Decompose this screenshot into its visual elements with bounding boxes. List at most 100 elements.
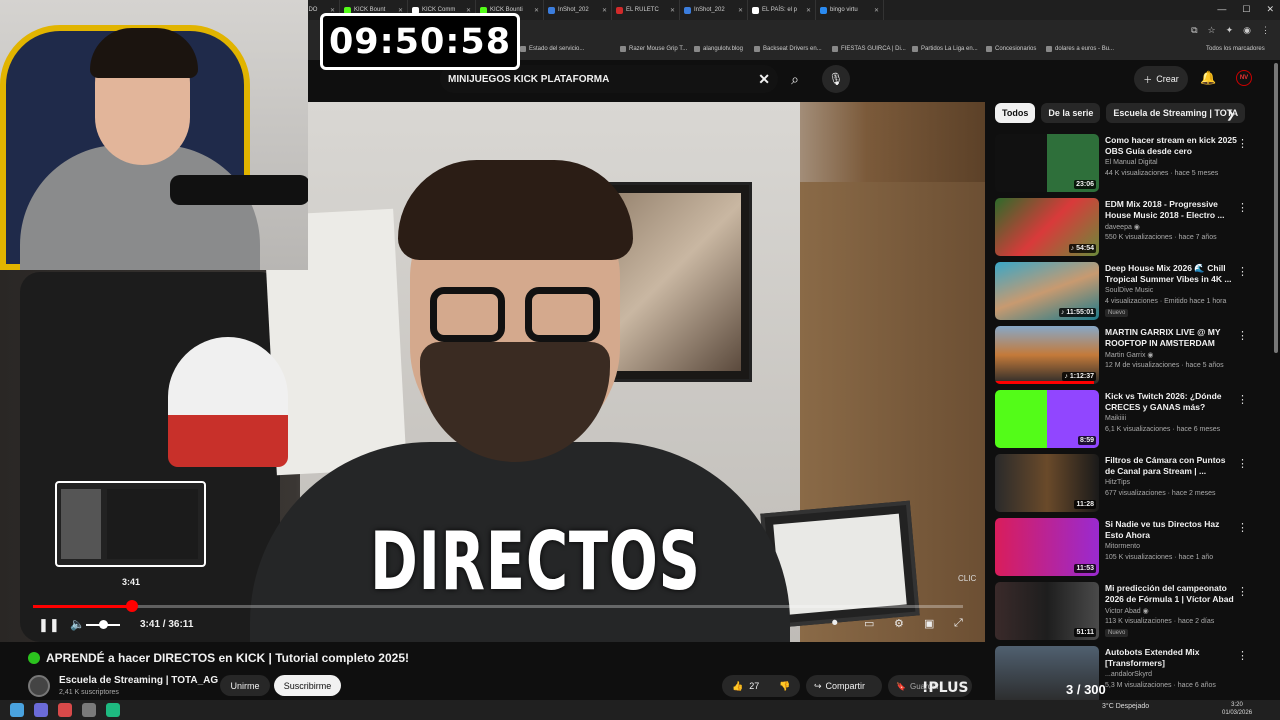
bookmark-item[interactable]: Estado del servicio...: [520, 46, 584, 52]
browser-tab[interactable]: InShot_202 ✕: [680, 0, 748, 20]
thumbs-down-icon[interactable]: 👎: [779, 681, 790, 692]
progress-bar[interactable]: [33, 605, 963, 608]
more-options-icon[interactable]: ⋮: [1237, 329, 1248, 342]
subtitles-icon[interactable]: ▭: [864, 617, 874, 630]
bookmark-item[interactable]: Backseat Drivers en...: [754, 46, 822, 52]
recommended-video[interactable]: ♪ 54:54 EDM Mix 2018 - Progressive House …: [995, 198, 1253, 262]
recommended-channel-name[interactable]: Victor Abad ◉: [1105, 607, 1149, 615]
tab-close-icon[interactable]: ✕: [806, 7, 811, 14]
weather-widget[interactable]: 3°C Despejado: [1102, 703, 1149, 710]
settings-gear-icon[interactable]: ⚙: [894, 617, 904, 630]
autoplay-toggle-icon[interactable]: ⏺: [832, 617, 838, 630]
recommended-video[interactable]: ♪ 1:12:37 MARTIN GARRIX LIVE @ MY ROOFTOP…: [995, 326, 1253, 390]
edge-taskbar-icon[interactable]: [106, 703, 120, 717]
miniplayer-icon[interactable]: ▣: [924, 617, 934, 630]
recommended-video[interactable]: ♪ 11:55:01 Deep House Mix 2026 🌊 Chill Tr…: [995, 262, 1253, 326]
video-thumbnail[interactable]: 8:59: [995, 390, 1099, 448]
filter-chip[interactable]: Escuela de Streaming | TOTA: [1106, 103, 1246, 123]
chevron-right-icon[interactable]: ❯: [1226, 108, 1235, 121]
chrome-taskbar-icon[interactable]: [10, 703, 24, 717]
video-thumbnail[interactable]: 51:11: [995, 582, 1099, 640]
recommended-channel-name[interactable]: Maikiiii: [1105, 415, 1126, 422]
recommended-video[interactable]: 11:53 Si Nadie ve tus Directos Haz Esto A…: [995, 518, 1253, 582]
star-icon[interactable]: ☆: [1208, 25, 1216, 36]
browser-tab[interactable]: InShot_202 ✕: [544, 0, 612, 20]
more-options-icon[interactable]: ⋮: [1237, 649, 1248, 662]
voice-search-button[interactable]: 🎙: [822, 65, 850, 93]
recommended-video-title[interactable]: Si Nadie ve tus Directos Haz Esto Ahora: [1105, 519, 1237, 541]
video-thumbnail[interactable]: ♪ 1:12:37: [995, 326, 1099, 384]
close-icon[interactable]: ✕: [1266, 4, 1274, 15]
recommended-channel-name[interactable]: El Manual Digital: [1105, 159, 1158, 166]
bookmark-item[interactable]: Partidos La Liga en...: [912, 46, 978, 52]
tab-close-icon[interactable]: ✕: [670, 7, 675, 14]
video-thumbnail[interactable]: 11:28: [995, 454, 1099, 512]
page-scrollbar[interactable]: [1274, 63, 1278, 353]
browser-tab[interactable]: bingo virtu ✕: [816, 0, 884, 20]
video-thumbnail[interactable]: ♪ 54:54: [995, 198, 1099, 256]
recommended-video-title[interactable]: Autobots Extended Mix [Transformers]: [1105, 647, 1237, 669]
volume-icon[interactable]: 🔈: [70, 617, 85, 631]
bookmark-item[interactable]: FIESTAS GUIRCA | Di...: [832, 46, 906, 52]
like-button[interactable]: 👍 27 👎: [722, 675, 800, 697]
bookmark-item[interactable]: Concesionarios: [986, 46, 1036, 52]
volume-knob[interactable]: [99, 620, 108, 629]
tab-close-icon[interactable]: ✕: [602, 7, 607, 14]
more-options-icon[interactable]: ⋮: [1237, 521, 1248, 534]
app-taskbar-icon[interactable]: [82, 703, 96, 717]
video-thumbnail[interactable]: 11:53: [995, 518, 1099, 576]
more-options-icon[interactable]: ⋮: [1237, 457, 1248, 470]
recommended-video-title[interactable]: MARTIN GARRIX LIVE @ MY ROOFTOP IN AMSTE…: [1105, 327, 1237, 349]
account-avatar[interactable]: NV: [1236, 70, 1252, 86]
bookmark-item[interactable]: alangulotv.blog: [694, 46, 743, 52]
recommended-video[interactable]: 51:11 Mi predicción del campeonato 2026 d…: [995, 582, 1253, 646]
filter-chip[interactable]: De la serie: [1041, 103, 1101, 123]
clear-search-icon[interactable]: ✕: [758, 71, 770, 88]
maximize-icon[interactable]: ☐: [1242, 4, 1250, 15]
video-thumbnail[interactable]: 23:06: [995, 134, 1099, 192]
tab-close-icon[interactable]: ✕: [874, 7, 879, 14]
bookmark-item[interactable]: Razer Mouse Grip T...: [620, 46, 687, 52]
recommended-channel-name[interactable]: Mitormento: [1105, 543, 1140, 550]
recommended-channel-name[interactable]: HitzTips: [1105, 479, 1130, 486]
more-options-icon[interactable]: ⋮: [1237, 585, 1248, 598]
more-options-icon[interactable]: ⋮: [1237, 265, 1248, 278]
menu-icon[interactable]: ⋮: [1261, 25, 1270, 36]
channel-avatar[interactable]: [28, 675, 50, 697]
share-button[interactable]: ↪ Compartir: [806, 675, 882, 697]
obs-taskbar-icon[interactable]: [58, 703, 72, 717]
subscribe-button[interactable]: Suscribirme: [274, 675, 341, 696]
recommended-video-title[interactable]: Mi predicción del campeonato 2026 de Fór…: [1105, 583, 1237, 605]
tab-close-icon[interactable]: ✕: [534, 7, 539, 14]
channel-name[interactable]: Escuela de Streaming | TOTA_AG: [59, 675, 218, 686]
profile-icon[interactable]: ◉: [1243, 25, 1251, 36]
recommended-channel-name[interactable]: Martin Garrix ◉: [1105, 351, 1154, 359]
fullscreen-icon[interactable]: ⤢: [954, 617, 963, 630]
recommended-channel-name[interactable]: daveepa ◉: [1105, 223, 1140, 231]
join-button[interactable]: Unirme: [220, 675, 270, 696]
video-thumbnail[interactable]: ♪ 11:55:01: [995, 262, 1099, 320]
create-button[interactable]: ＋ Crear: [1134, 66, 1188, 92]
browser-tab[interactable]: EL PAÍS: el p ✕: [748, 0, 816, 20]
minimize-icon[interactable]: —: [1217, 4, 1226, 15]
more-options-icon[interactable]: ⋮: [1237, 393, 1248, 406]
recommended-video[interactable]: 8:59 Kick vs Twitch 2026: ¿Dónde CRECES y…: [995, 390, 1253, 454]
recommended-channel-name[interactable]: SoulDive Music: [1105, 287, 1153, 294]
recommended-video-title[interactable]: Deep House Mix 2026 🌊 Chill Tropical Sum…: [1105, 263, 1237, 285]
tab-close-icon[interactable]: ✕: [738, 7, 743, 14]
progress-scrubber[interactable]: [126, 600, 138, 612]
more-options-icon[interactable]: ⋮: [1237, 137, 1248, 150]
recommended-video[interactable]: 11:28 Filtros de Cámara con Puntos de Can…: [995, 454, 1253, 518]
recommended-video-title[interactable]: Filtros de Cámara con Puntos de Canal pa…: [1105, 455, 1237, 477]
all-bookmarks-folder[interactable]: Todos los marcadores: [1206, 46, 1265, 52]
system-clock[interactable]: 3:20 01/03/2026: [1222, 701, 1252, 717]
search-button[interactable]: ⌕: [778, 65, 812, 93]
extensions-icon[interactable]: ✦: [1226, 25, 1234, 36]
filter-chip[interactable]: Todos: [995, 103, 1036, 123]
browser-tab[interactable]: EL RULETC ✕: [612, 0, 680, 20]
discord-taskbar-icon[interactable]: [34, 703, 48, 717]
recommended-video-title[interactable]: Como hacer stream en kick 2025 OBS Guía …: [1105, 135, 1237, 157]
recommended-channel-name[interactable]: ...andalorSkyrd: [1105, 671, 1152, 678]
pause-button[interactable]: ❚❚: [38, 617, 60, 633]
bookmark-item[interactable]: dolares a euros - Bu...: [1046, 46, 1114, 52]
